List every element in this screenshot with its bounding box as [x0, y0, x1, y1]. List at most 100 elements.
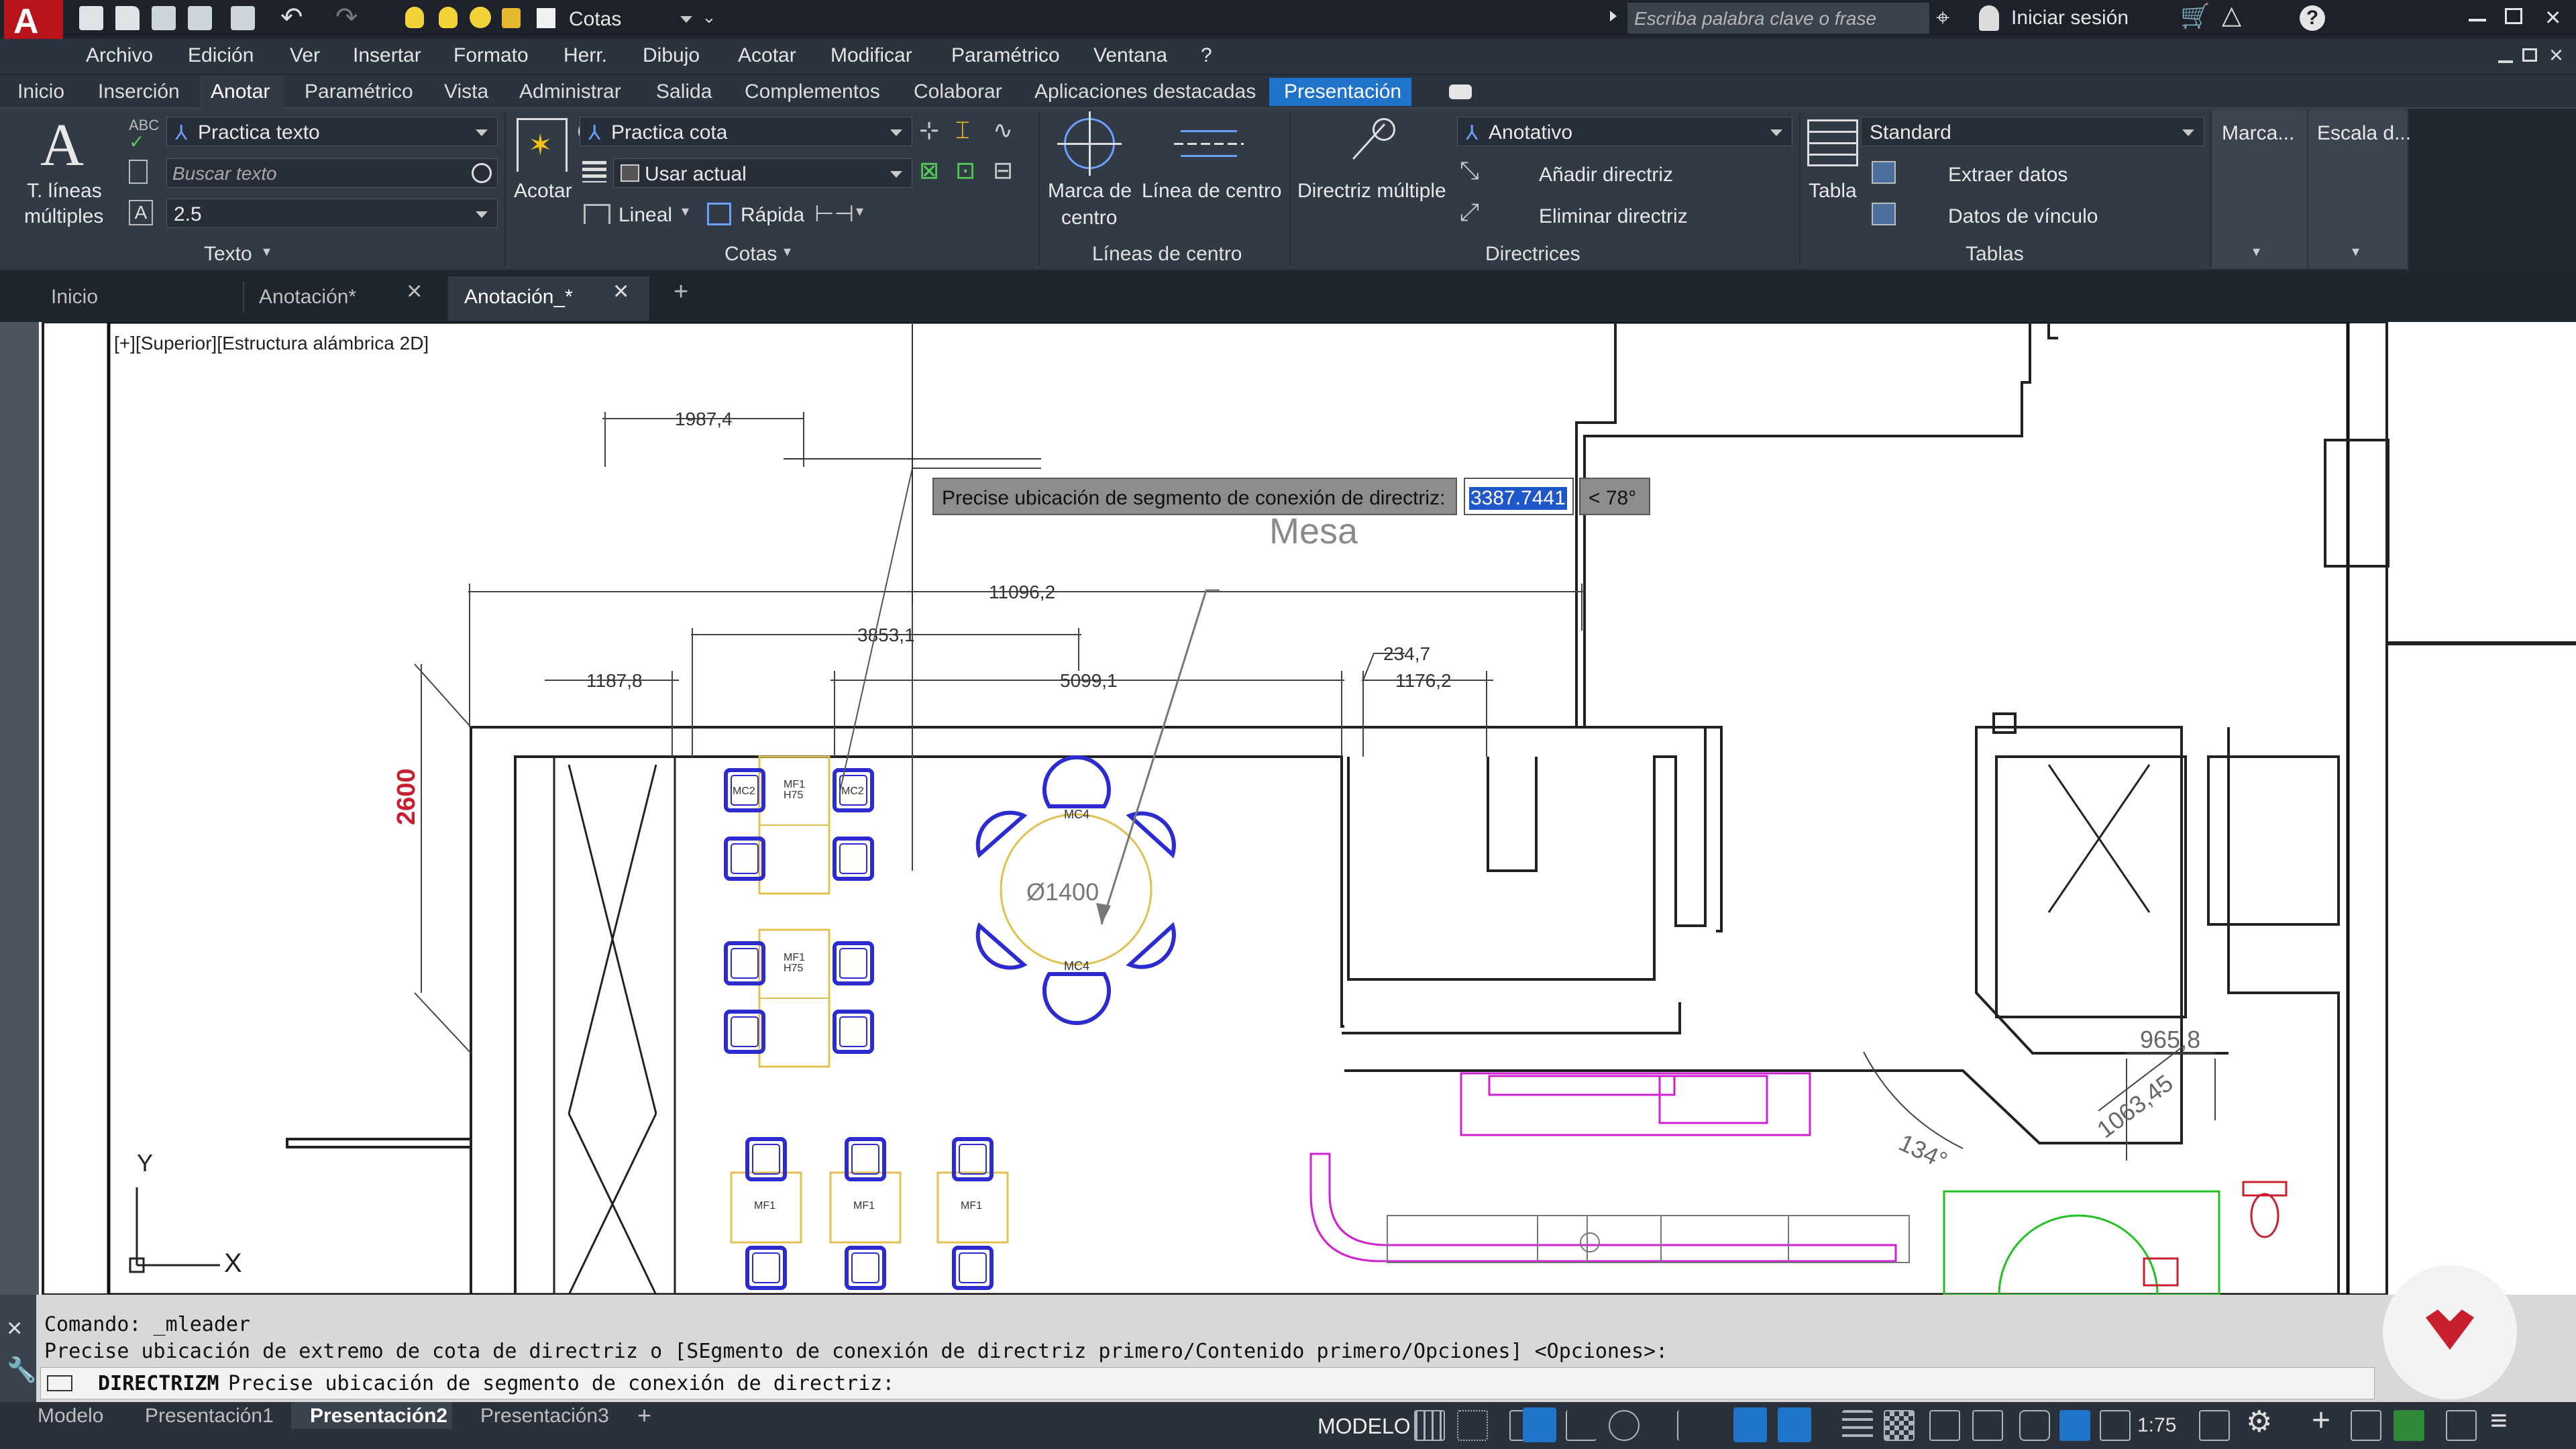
- isolate-objects-icon[interactable]: [2351, 1410, 2381, 1441]
- panel-cotas-title[interactable]: Cotas: [724, 244, 777, 264]
- tab-insercion[interactable]: Inserción: [98, 82, 180, 102]
- tab-colaborar[interactable]: Colaborar: [914, 82, 1002, 102]
- spellcheck-icon[interactable]: ABC ✓: [129, 118, 159, 152]
- layout-tab-presentacion1[interactable]: Presentación1: [145, 1406, 274, 1426]
- layout-tab-presentacion2[interactable]: Presentación2: [310, 1406, 447, 1426]
- menu-parametrico[interactable]: Paramétrico: [951, 46, 1060, 66]
- linear-dim-icon[interactable]: [584, 204, 610, 224]
- center-mark-label-2[interactable]: centro: [1061, 208, 1117, 228]
- tab-anotar[interactable]: Anotar: [211, 82, 270, 102]
- mtext-label-1[interactable]: T. líneas: [27, 181, 102, 201]
- tab-inicio[interactable]: Inicio: [17, 82, 64, 102]
- restore-icon[interactable]: [2505, 8, 2522, 24]
- binoculars-icon[interactable]: ⌖: [1936, 5, 1949, 30]
- menu-edicion[interactable]: Edición: [188, 46, 254, 66]
- menu-insertar[interactable]: Insertar: [353, 46, 421, 66]
- dynamic-input-toggle-icon[interactable]: [1523, 1407, 1556, 1442]
- multileader-icon[interactable]: [1348, 118, 1395, 165]
- lock-ui-icon[interactable]: [2059, 1410, 2090, 1441]
- color-swatch-icon[interactable]: [537, 8, 555, 28]
- workspace-select[interactable]: Cotas: [561, 4, 702, 32]
- annotation-scale-icon[interactable]: [2100, 1410, 2131, 1441]
- find-text-input[interactable]: Buscar texto: [166, 158, 498, 188]
- open-folder-icon[interactable]: [115, 6, 140, 30]
- menu-archivo[interactable]: Archivo: [86, 46, 153, 66]
- continue-dim-icon[interactable]: ⊢⊣: [814, 203, 854, 225]
- panel-leaders-title[interactable]: Directrices: [1485, 244, 1580, 264]
- customization-menu-icon[interactable]: ≡: [2490, 1406, 2508, 1436]
- mtext-big-icon[interactable]: A: [40, 115, 84, 176]
- dim-layer-select[interactable]: Usar actual: [613, 158, 912, 188]
- continue-dropdown-icon[interactable]: ▾: [856, 204, 863, 219]
- doc-tab-close-icon[interactable]: ×: [613, 278, 629, 305]
- extract-data-label[interactable]: Extraer datos: [1948, 165, 2068, 185]
- search-icon[interactable]: [472, 163, 492, 183]
- table-label[interactable]: Tabla: [1809, 181, 1857, 201]
- undo-icon[interactable]: ↶: [280, 4, 303, 31]
- tab-administrar[interactable]: Administrar: [519, 82, 621, 102]
- dim-tool-icon-5[interactable]: ⊡: [955, 158, 975, 182]
- menu-formato[interactable]: Formato: [453, 46, 529, 66]
- annotation-visibility-icon[interactable]: [2019, 1410, 2050, 1441]
- quick-dim-icon[interactable]: [707, 203, 731, 225]
- dim-tool-icon-2[interactable]: ⌶: [955, 118, 970, 142]
- table-big-icon[interactable]: [1807, 119, 1858, 166]
- multileader-label[interactable]: Directriz múltiple: [1297, 181, 1446, 201]
- annotation-scale-value[interactable]: 1:75: [2137, 1415, 2176, 1436]
- leader-style-select[interactable]: ⅄ Anotativo: [1457, 117, 1792, 146]
- model-space-button[interactable]: MODELO: [1318, 1415, 1411, 1437]
- scale-select-icon[interactable]: [2199, 1410, 2230, 1441]
- panel-tables-title[interactable]: Tablas: [1966, 244, 2024, 264]
- add-icon[interactable]: +: [2312, 1405, 2330, 1437]
- polar-icon[interactable]: [1609, 1410, 1640, 1441]
- dim-tool-icon-1[interactable]: ⊹: [919, 118, 939, 142]
- text-height-select[interactable]: 2.5: [166, 199, 498, 228]
- menu-herr[interactable]: Herr.: [564, 46, 607, 66]
- save-icon[interactable]: [152, 6, 176, 30]
- lock-icon[interactable]: [502, 8, 521, 28]
- remove-leader-icon[interactable]: ⤢: [1460, 200, 1479, 224]
- dimension-label[interactable]: Acotar: [514, 181, 572, 201]
- linear-dim-label[interactable]: Lineal: [619, 205, 672, 225]
- remove-leader-label[interactable]: Eliminar directriz: [1539, 207, 1688, 227]
- freeze-icon[interactable]: [470, 7, 491, 28]
- layout-tab-presentacion3[interactable]: Presentación3: [480, 1406, 609, 1426]
- table-style-select[interactable]: Standard: [1861, 117, 2204, 146]
- object-snap-tracking-icon[interactable]: [1733, 1407, 1767, 1442]
- panel-texto-title[interactable]: Texto: [204, 244, 252, 264]
- tab-vista[interactable]: Vista: [444, 82, 488, 102]
- dimension-big-icon[interactable]: ✶: [517, 118, 568, 172]
- grid-icon[interactable]: [1414, 1410, 1445, 1441]
- clean-screen-icon[interactable]: [2446, 1410, 2477, 1441]
- menu-ver[interactable]: Ver: [290, 46, 320, 66]
- menu-help[interactable]: ?: [1201, 46, 1212, 66]
- doc-tab-anotacion-active[interactable]: Anotación_*: [464, 275, 573, 319]
- command-settings-icon[interactable]: 🔧: [7, 1358, 37, 1382]
- centerline-label[interactable]: Línea de centro: [1142, 181, 1282, 201]
- doc-close-icon[interactable]: ×: [2549, 43, 2563, 67]
- close-icon[interactable]: ×: [2545, 4, 2561, 31]
- snap-icon[interactable]: [1457, 1410, 1488, 1441]
- panel-cotas-expand-icon[interactable]: ▾: [784, 244, 791, 259]
- data-link-icon[interactable]: [1872, 203, 1896, 225]
- linear-dropdown-icon[interactable]: ▾: [682, 204, 689, 219]
- menu-modificar[interactable]: Modificar: [830, 46, 912, 66]
- viewport-label[interactable]: [+][Superior][Estructura alámbrica 2D]: [114, 334, 429, 353]
- bulb-icon-2[interactable]: [439, 7, 458, 28]
- print-icon[interactable]: [231, 6, 255, 30]
- search-expand-icon[interactable]: [1610, 11, 1617, 21]
- drawing-canvas[interactable]: 1987,4 11096,2 3853,1 1187,8 5099,1 234,…: [39, 322, 2576, 1295]
- add-leader-icon[interactable]: ⤡: [1460, 158, 1479, 182]
- tab-parametrico[interactable]: Paramétrico: [305, 82, 413, 102]
- extract-data-icon[interactable]: [1872, 161, 1896, 184]
- dynamic-input-angle[interactable]: < 78°: [1579, 478, 1650, 515]
- find-text-icon[interactable]: [129, 160, 148, 184]
- tab-presentacion[interactable]: Presentación: [1284, 82, 1401, 102]
- transparency-icon[interactable]: [1884, 1410, 1915, 1441]
- menu-dibujo[interactable]: Dibujo: [643, 46, 700, 66]
- selection-cycling-icon[interactable]: [1929, 1410, 1960, 1441]
- dim-tool-icon-4[interactable]: ⊠: [919, 158, 939, 182]
- new-tab-icon[interactable]: +: [674, 279, 688, 305]
- menu-ventana[interactable]: Ventana: [1093, 46, 1167, 66]
- tab-aplicaciones[interactable]: Aplicaciones destacadas: [1034, 82, 1256, 102]
